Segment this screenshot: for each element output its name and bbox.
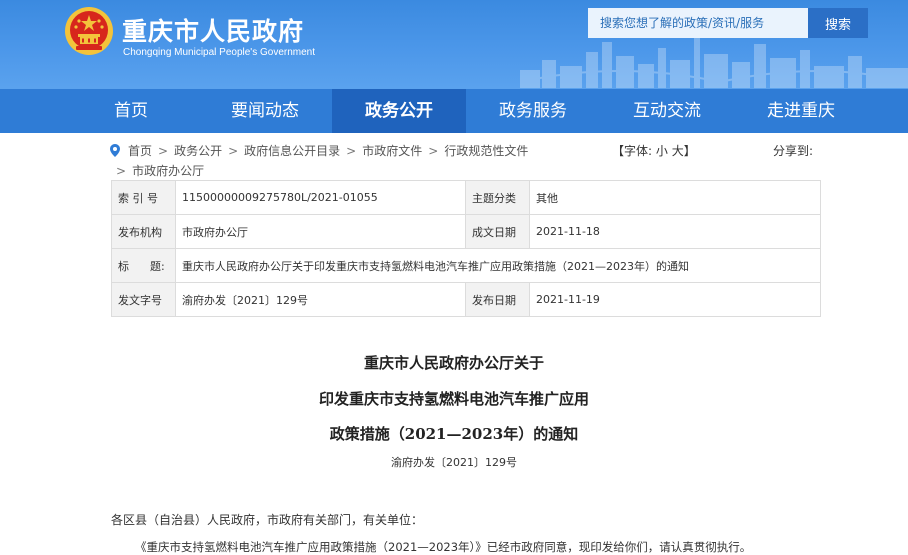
site-name-english: Chongqing Municipal People's Government (123, 47, 316, 58)
document-title-line-1: 重庆市人民政府办公厅关于 (363, 354, 544, 372)
breadcrumb-normative-documents[interactable]: 行政规范性文件 (444, 144, 528, 158)
publish-date-value: 2021-11-19 (529, 282, 821, 317)
breadcrumb-separator: > (228, 144, 239, 158)
breadcrumb-general-office[interactable]: 市政府办公厅 (132, 164, 204, 178)
breadcrumb-separator: > (116, 164, 127, 178)
created-date-label: 成文日期 (465, 214, 530, 249)
document-title-line-3: 政策措施（2021—2023年）的通知 (329, 425, 579, 443)
salutation-text: 各区县（自治县）人民政府，市政府有关部门，有关单位： (111, 513, 424, 527)
font-size-label: 【字体: (612, 144, 653, 158)
breadcrumb: 首页 > 政务公开 > 政府信息公开目录 > 市政府文件 > 行政规范性文件> 市政府办公厅 (110, 141, 550, 181)
publisher-value: 市政府办公厅 (175, 214, 466, 249)
breadcrumb-government-affairs[interactable]: 政务公开 (174, 144, 222, 158)
publisher-label: 发布机构 (111, 214, 176, 249)
search-button[interactable]: 搜索 (808, 8, 868, 38)
index-number-label: 索 引 号 (111, 180, 176, 215)
breadcrumb-info-catalog[interactable]: 政府信息公开目录 (244, 144, 340, 158)
table-row: 发文字号 渝府办发〔2021〕129号 发布日期 2021-11-19 (111, 282, 821, 317)
national-emblem-icon (65, 7, 113, 55)
document-code: 渝府办发〔2021〕129号 (391, 456, 517, 469)
main-nav: 首页 要闻动态 政务公开 政务服务 互动交流 走进重庆 (0, 88, 908, 133)
table-row: 标 题: 重庆市人民政府办公厅关于印发重庆市支持氢燃料电池汽车推广应用政策措施（… (111, 248, 821, 283)
document-number-value: 渝府办发〔2021〕129号 (175, 282, 466, 317)
search-input[interactable] (588, 8, 808, 38)
city-skyline-image (520, 38, 908, 88)
category-label: 主题分类 (465, 180, 530, 215)
paragraph-text: 《重庆市支持氢燃料电池汽车推广应用政策措施（2021—2023年）》已经市政府同… (135, 540, 752, 554)
breadcrumb-separator: > (428, 144, 439, 158)
publish-date-label: 发布日期 (465, 282, 530, 317)
location-pin-icon (110, 144, 120, 157)
site-header: 重庆市人民政府 Chongqing Municipal People's Gov… (0, 0, 908, 88)
title-value: 重庆市人民政府办公厅关于印发重庆市支持氢燃料电池汽车推广应用政策措施（2021—… (175, 248, 821, 283)
font-size-close: 】 (683, 144, 696, 158)
nav-item-news[interactable]: 要闻动态 (198, 89, 332, 133)
category-value: 其他 (529, 180, 821, 215)
font-size-control: 【字体: 小 大】 (612, 141, 696, 161)
breadcrumb-municipal-documents[interactable]: 市政府文件 (362, 144, 422, 158)
document-number-label: 发文字号 (111, 282, 176, 317)
nav-item-home[interactable]: 首页 (64, 89, 198, 133)
title-label: 标 题: (111, 248, 176, 283)
font-size-small-button[interactable]: 小 (656, 144, 668, 158)
breadcrumb-separator: > (158, 144, 169, 158)
site-name[interactable]: 重庆市人民政府 (122, 12, 304, 48)
table-row: 索 引 号 11500000009275780L/2021-01055 主题分类… (111, 180, 821, 215)
nav-item-interaction[interactable]: 互动交流 (600, 89, 734, 133)
document-meta-table: 索 引 号 11500000009275780L/2021-01055 主题分类… (111, 180, 821, 317)
nav-item-services[interactable]: 政务服务 (466, 89, 600, 133)
table-row: 发布机构 市政府办公厅 成文日期 2021-11-18 (111, 214, 821, 249)
index-number-value: 11500000009275780L/2021-01055 (175, 180, 466, 215)
nav-item-government-affairs[interactable]: 政务公开 (332, 89, 466, 133)
font-size-large-button[interactable]: 大 (672, 144, 684, 158)
document-title-line-2: 印发重庆市支持氢燃料电池汽车推广应用 (318, 390, 589, 408)
breadcrumb-home[interactable]: 首页 (128, 144, 152, 158)
nav-item-about-chongqing[interactable]: 走进重庆 (734, 89, 868, 133)
breadcrumb-separator: > (346, 144, 357, 158)
created-date-value: 2021-11-18 (529, 214, 821, 249)
share-label: 分享到: (773, 144, 814, 158)
